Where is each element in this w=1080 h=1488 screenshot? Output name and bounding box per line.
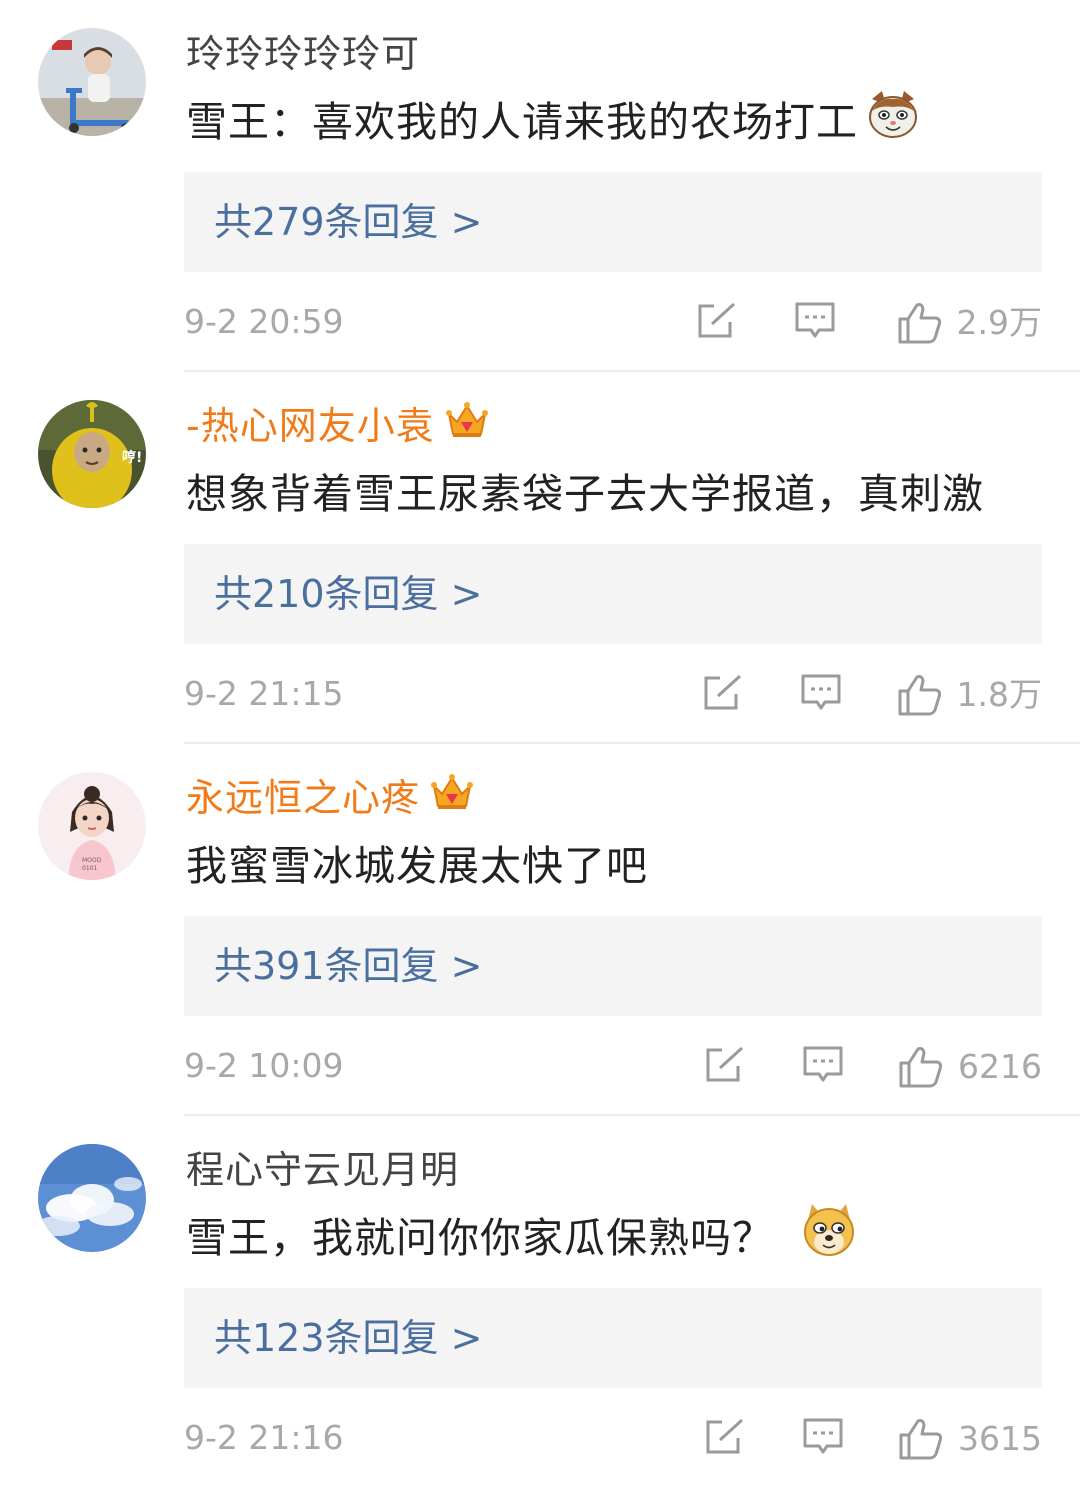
comment-text-content: 想象背着雪王尿素袋子去大学报道，真刺激 — [186, 470, 984, 518]
like-count: 6216 — [958, 1047, 1042, 1086]
comment-icon[interactable] — [794, 300, 836, 346]
username[interactable]: 程心守云见月明 — [186, 1146, 459, 1194]
comment-meta: 9-2 10:09 6216 — [184, 1042, 1042, 1092]
comment-icon[interactable] — [802, 1044, 844, 1090]
username[interactable]: 玲玲玲玲玲可 — [186, 30, 420, 78]
thumbs-up-icon — [899, 1047, 943, 1088]
timestamp: 9-2 21:15 — [184, 674, 344, 713]
svg-text:哼!: 哼! — [122, 449, 142, 466]
like-count: 3615 — [958, 1419, 1042, 1458]
comment-text-content: 雪王：喜欢我的人请来我的农场打工 — [186, 98, 858, 146]
comment-text-content: 我蜜雪冰城发展太快了吧 — [186, 842, 648, 890]
comment-meta: 9-2 21:16 3615 — [184, 1414, 1042, 1464]
vip-crown-icon — [445, 400, 489, 451]
vip-crown-icon — [430, 772, 474, 823]
replies-count-link: 共391条回复 > — [214, 944, 483, 988]
like-button[interactable]: 2.9万 — [897, 298, 1042, 348]
cat-face-emoji-icon — [866, 87, 920, 155]
comment-meta: 9-2 21:15 1.8万 — [184, 670, 1042, 720]
thumbs-up-icon — [899, 1419, 943, 1460]
avatar[interactable]: MOOD 0101 — [38, 772, 146, 880]
replies-count-link: 共210条回复 > — [214, 572, 483, 616]
comment-text: 想象背着雪王尿素袋子去大学报道，真刺激 — [186, 466, 984, 522]
replies-count-link: 共279条回复 > — [214, 200, 483, 244]
like-button[interactable]: 6216 — [898, 1042, 1042, 1092]
replies-count-link: 共123条回复 > — [214, 1316, 483, 1360]
svg-text:0101: 0101 — [82, 865, 97, 872]
like-count: 1.8万 — [956, 675, 1042, 714]
comment-icon[interactable] — [800, 672, 842, 718]
view-replies-button[interactable]: 共391条回复 > — [184, 916, 1042, 1016]
username[interactable]: -热心网友小袁 — [186, 402, 489, 451]
svg-text:MOOD: MOOD — [82, 857, 102, 864]
timestamp: 9-2 20:59 — [184, 302, 344, 341]
username-text: 程心守云见月明 — [186, 1148, 460, 1192]
comment-item: 玲玲玲玲玲可 雪王：喜欢我的人请来我的农场打工 共279条回复 > 9-2 20… — [0, 0, 1080, 372]
thumbs-up-icon — [898, 303, 941, 344]
view-replies-button[interactable]: 共279条回复 > — [184, 172, 1042, 272]
comment-item: MOOD 0101 永远恒之心疼 我蜜雪冰城发展太快了吧 共391条回复 > 9… — [0, 744, 1080, 1116]
view-replies-button[interactable]: 共123条回复 > — [184, 1288, 1042, 1388]
comment-text: 雪王，我就问你你家瓜保熟吗？ — [186, 1204, 856, 1272]
share-icon[interactable] — [702, 672, 744, 716]
doge-emoji-icon — [802, 1202, 856, 1272]
share-icon[interactable] — [696, 300, 738, 344]
comment-meta: 9-2 20:59 2.9万 — [184, 298, 1042, 348]
comment-text: 我蜜雪冰城发展太快了吧 — [186, 838, 648, 894]
like-button[interactable]: 3615 — [898, 1414, 1042, 1464]
timestamp: 9-2 21:16 — [184, 1418, 344, 1457]
thumbs-up-icon — [898, 675, 941, 716]
comment-icon[interactable] — [802, 1416, 844, 1462]
like-count: 2.9万 — [956, 303, 1042, 342]
avatar[interactable]: 哼! — [38, 400, 146, 508]
share-icon[interactable] — [704, 1416, 746, 1460]
username[interactable]: 永远恒之心疼 — [186, 774, 474, 823]
view-replies-button[interactable]: 共210条回复 > — [184, 544, 1042, 644]
username-text: 玲玲玲玲玲可 — [186, 32, 421, 76]
comment-item: 程心守云见月明 雪王，我就问你你家瓜保熟吗？ 共123条回复 > 9-2 21:… — [0, 1116, 1080, 1488]
share-icon[interactable] — [704, 1044, 746, 1088]
comment-text-content: 雪王，我就问你你家瓜保熟吗？ — [186, 1214, 774, 1262]
timestamp: 9-2 10:09 — [184, 1046, 344, 1085]
like-button[interactable]: 1.8万 — [897, 670, 1042, 720]
comment-text: 雪王：喜欢我的人请来我的农场打工 — [186, 91, 920, 155]
username-text: 永远恒之心疼 — [186, 776, 421, 820]
comment-item: 哼! -热心网友小袁 想象背着雪王尿素袋子去大学报道，真刺激 共210条回复 >… — [0, 372, 1080, 744]
avatar[interactable] — [38, 1144, 146, 1252]
username-text: -热心网友小袁 — [186, 404, 435, 448]
avatar[interactable] — [38, 28, 146, 136]
